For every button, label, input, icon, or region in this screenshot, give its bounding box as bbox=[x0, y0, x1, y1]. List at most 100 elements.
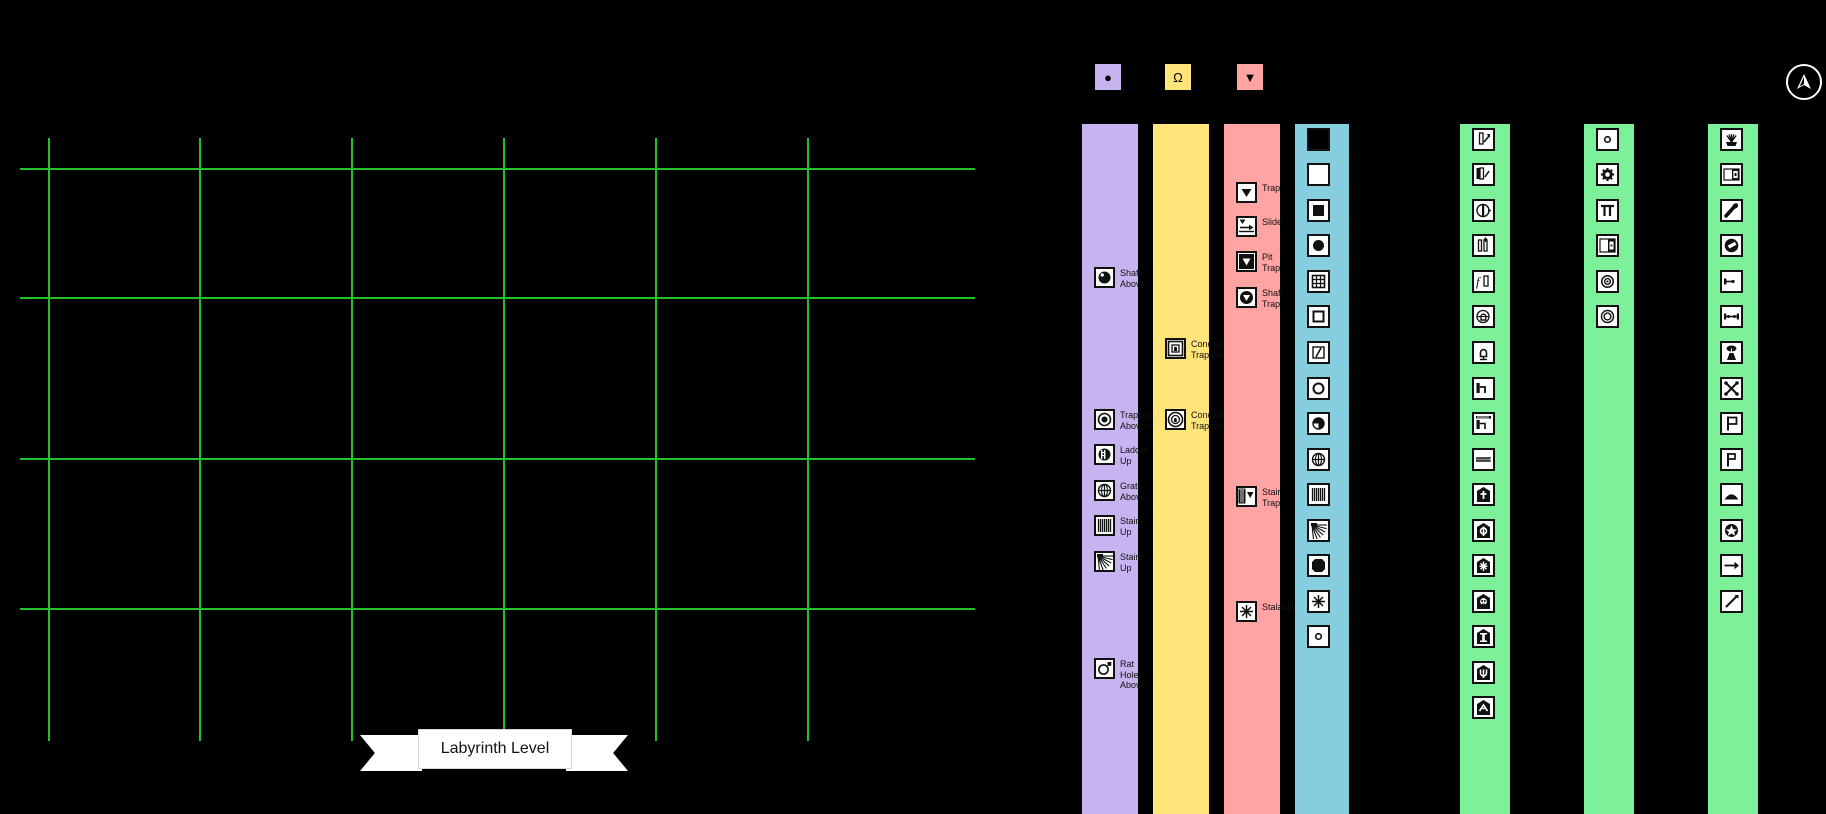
trap-marker-icon[interactable]: ▼ bbox=[1237, 64, 1263, 90]
pick-icon bbox=[1720, 234, 1743, 257]
tomb-cross-icon bbox=[1472, 483, 1495, 506]
globe-grate-icon bbox=[1094, 480, 1115, 501]
stairs-fan-icon bbox=[1307, 519, 1330, 542]
pit-marker-icon[interactable]: ● bbox=[1095, 64, 1121, 90]
legend-item-hatch-fill[interactable] bbox=[1307, 341, 1330, 364]
grid-line-vertical bbox=[48, 138, 50, 741]
legend-item-boulder-star[interactable] bbox=[1720, 519, 1743, 542]
legend-item-globe-fill[interactable] bbox=[1307, 448, 1330, 471]
legend-item-trap[interactable]: Trap bbox=[1236, 182, 1280, 203]
legend-item-door-portcullis-corner[interactable] bbox=[1472, 412, 1495, 435]
legend-item-label: Trap bbox=[1262, 183, 1281, 193]
octagon-solid-icon bbox=[1307, 554, 1330, 577]
legend-item-grate-above[interactable]: Grate Above bbox=[1094, 480, 1146, 502]
stairs-straight-icon bbox=[1307, 483, 1330, 506]
legend-item-stalactite[interactable]: Stalactite bbox=[1236, 601, 1300, 622]
legend-item-well[interactable] bbox=[1596, 128, 1619, 151]
legend-item-small-ring-fill[interactable] bbox=[1307, 625, 1330, 648]
legend-item-tomb-rune[interactable] bbox=[1472, 696, 1495, 719]
legend-item-ring-fill[interactable] bbox=[1307, 377, 1330, 400]
legend-item-fire-brazier[interactable] bbox=[1720, 128, 1743, 151]
legend-item-label: Stairs Up bbox=[1120, 552, 1144, 573]
sphere-shaded-icon bbox=[1094, 267, 1115, 288]
door-marker-icon[interactable]: Ω bbox=[1165, 64, 1191, 90]
grid-line-horizontal bbox=[20, 168, 975, 170]
legend-item-concealed-trapdoor-round[interactable]: Concealed Trapdoor bbox=[1165, 409, 1235, 431]
legend-item-crossed-bones[interactable] bbox=[1720, 377, 1743, 400]
grid-line-horizontal bbox=[20, 608, 975, 610]
map-canvas[interactable]: Labyrinth Level bbox=[0, 0, 975, 814]
legend-item-flag-right[interactable] bbox=[1720, 412, 1743, 435]
legend-item-octagon-fill[interactable] bbox=[1307, 554, 1330, 577]
legend-item-slash-line[interactable] bbox=[1720, 590, 1743, 613]
tomb-psi-icon bbox=[1472, 661, 1495, 684]
stair-trap-icon bbox=[1236, 486, 1257, 507]
legend-item-rat-hole-above[interactable]: Rat Hole Above bbox=[1094, 658, 1146, 691]
legend-item-tomb-psi[interactable] bbox=[1472, 661, 1495, 684]
legend-item-tomb-phi[interactable] bbox=[1472, 519, 1495, 542]
legend-item-door-corner[interactable] bbox=[1472, 377, 1495, 400]
legend-item-empty-fill[interactable] bbox=[1307, 163, 1330, 186]
solid-white-icon bbox=[1307, 163, 1330, 186]
legend-item-vertical-stripes-fill[interactable] bbox=[1307, 483, 1330, 506]
tomb-pillar-icon bbox=[1472, 625, 1495, 648]
legend-item-shaft-above[interactable]: Shaft Above bbox=[1094, 267, 1146, 289]
legend-item-statue[interactable] bbox=[1720, 341, 1743, 364]
legend-item-stair-trap[interactable]: Stair Trap bbox=[1236, 486, 1281, 508]
legend-item-label: Concealed Trapdoor bbox=[1191, 410, 1235, 431]
legend-item-arrow-right[interactable] bbox=[1720, 554, 1743, 577]
legend-item-trapdoor-above[interactable]: Trapdoor Above bbox=[1094, 409, 1156, 431]
legend-item-door-revolving[interactable] bbox=[1472, 199, 1495, 222]
legend-item-portcullis[interactable] bbox=[1472, 448, 1495, 471]
brazier-icon bbox=[1720, 128, 1743, 151]
legend-item-pick[interactable] bbox=[1720, 234, 1743, 257]
door-in-square-icon bbox=[1165, 338, 1186, 359]
legend-item-flag-small[interactable] bbox=[1720, 448, 1743, 471]
legend-item-stairs-up-spiral[interactable]: Stairs Up bbox=[1094, 551, 1143, 573]
banner-tail-left bbox=[360, 735, 422, 771]
legend-item-door-false[interactable]: f bbox=[1472, 270, 1495, 293]
legend-item-disc-fill[interactable] bbox=[1307, 234, 1330, 257]
legend-item-grid-fill[interactable] bbox=[1307, 270, 1330, 293]
legend-item-inset-square-fill[interactable] bbox=[1307, 199, 1330, 222]
legend-item-door-double[interactable] bbox=[1472, 234, 1495, 257]
grid-line-vertical bbox=[655, 138, 657, 741]
legend-item-chest[interactable] bbox=[1720, 163, 1743, 186]
legend-item-pillars-pair[interactable] bbox=[1596, 199, 1619, 222]
legend-item-label: Stalactite bbox=[1262, 602, 1300, 612]
legend-item-pit-trap[interactable]: Pit Trap bbox=[1236, 251, 1280, 273]
legend-item-spiral-stair[interactable] bbox=[1596, 305, 1619, 328]
legend-item-concealed-trapdoor-square[interactable]: Concealed Trapdoor bbox=[1165, 338, 1234, 360]
legend-item-shaft-trap[interactable]: Shaft Trap bbox=[1236, 287, 1283, 309]
legend-item-fan-hatch-fill[interactable] bbox=[1307, 519, 1330, 542]
door-open-left-icon bbox=[1472, 163, 1495, 186]
legend-item-solid-fill[interactable] bbox=[1307, 128, 1330, 151]
ring-dot-icon bbox=[1094, 658, 1115, 679]
legend-item-torch[interactable] bbox=[1720, 199, 1743, 222]
legend-item-asterisk-fill[interactable] bbox=[1307, 590, 1330, 613]
legend-item-label: Shaft Above bbox=[1120, 268, 1146, 289]
legend-item-outline-square-fill[interactable] bbox=[1307, 305, 1330, 328]
legend-item-door-secret-arch[interactable] bbox=[1472, 305, 1495, 328]
legend-item-half-disc-fill[interactable] bbox=[1307, 412, 1330, 435]
legend-item-door-open-left[interactable] bbox=[1472, 163, 1495, 186]
legend-item-tomb-pillar[interactable] bbox=[1472, 625, 1495, 648]
legend-item-tomb-star[interactable] bbox=[1472, 554, 1495, 577]
pi-pillars-icon bbox=[1596, 199, 1619, 222]
legend-item-door-open-right[interactable] bbox=[1472, 128, 1495, 151]
legend-item-alcove[interactable] bbox=[1596, 234, 1619, 257]
legend-item-post-double[interactable] bbox=[1720, 305, 1743, 328]
tomb-rune-icon bbox=[1472, 696, 1495, 719]
legend-item-door-arch[interactable] bbox=[1472, 341, 1495, 364]
legend-item-ladder-up[interactable]: Ladder Up bbox=[1094, 444, 1148, 466]
legend-item-fountain[interactable] bbox=[1596, 163, 1619, 186]
legend-item-tomb-cross[interactable] bbox=[1472, 483, 1495, 506]
svg-text:f: f bbox=[1476, 274, 1482, 289]
legend-item-post-left[interactable] bbox=[1720, 270, 1743, 293]
legend-item-stairs-up-straight[interactable]: Stairs Up bbox=[1094, 515, 1143, 537]
vertical-features-column: Shaft Above Trapdoor Above Ladder Up Grate … bbox=[1082, 124, 1156, 814]
legend-item-slide[interactable]: Slide bbox=[1236, 216, 1282, 237]
legend-item-rubble-mound[interactable] bbox=[1720, 483, 1743, 506]
legend-item-tomb-skull[interactable] bbox=[1472, 590, 1495, 613]
legend-item-spiral-pit[interactable] bbox=[1596, 270, 1619, 293]
